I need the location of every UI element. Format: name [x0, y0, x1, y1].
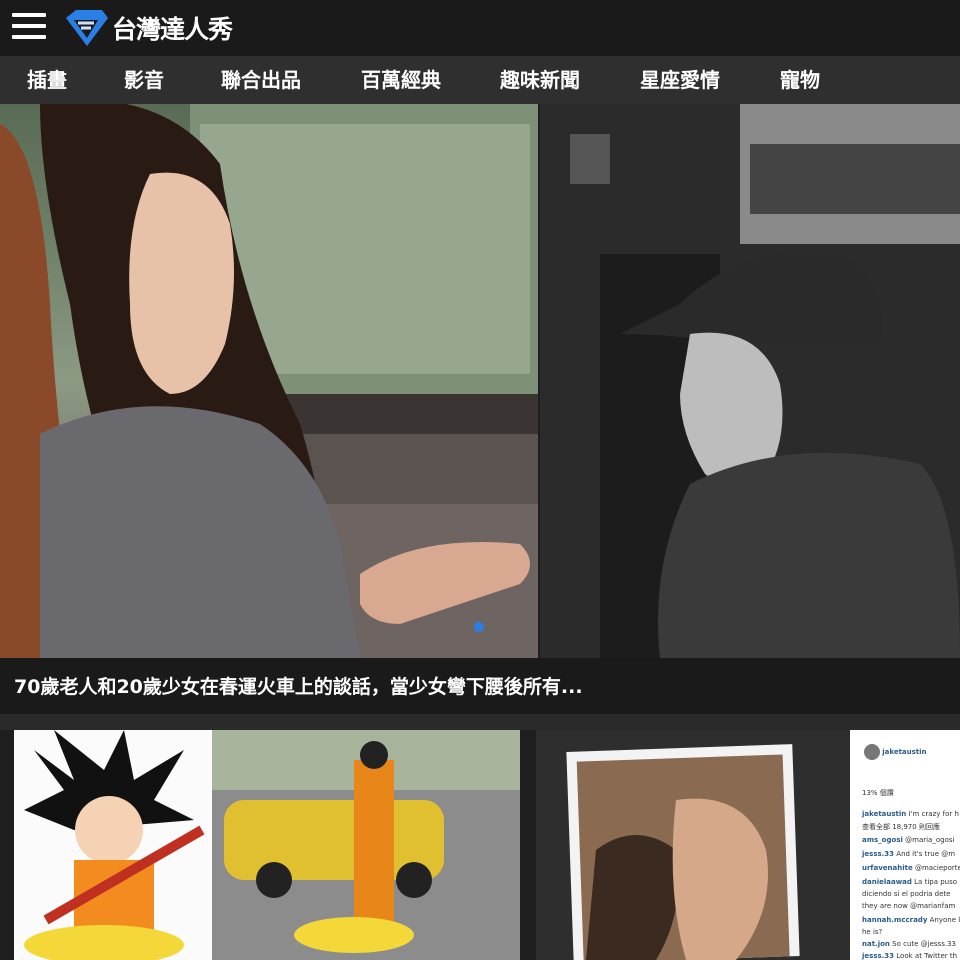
nav-item-fun-news[interactable]: 趣味新聞: [500, 56, 580, 104]
ig-likes: 13% 個讚: [862, 789, 894, 797]
hero-caption-bar[interactable]: 70歲老人和20歲少女在春運火車上的談話，當少女彎下腰後所有...: [0, 658, 960, 714]
category-nav: 插畫 影音 聯合出品 百萬經典 趣味新聞 星座愛情 寵物: [0, 56, 960, 104]
menu-icon[interactable]: [12, 12, 48, 42]
site-logo[interactable]: 台灣達人秀: [62, 6, 233, 50]
section-divider: [0, 714, 960, 730]
article-thumbnail-couple[interactable]: jaketaustin 13% 個讚 jaketaustin I'm crazy…: [536, 730, 960, 960]
instagram-comments-panel: jaketaustin 13% 個讚 jaketaustin I'm crazy…: [850, 730, 960, 960]
ig-header-user: jaketaustin: [882, 748, 927, 756]
logo-diamond-icon: [66, 10, 108, 46]
carousel-indicator-dot[interactable]: [474, 622, 484, 632]
nav-item-million-classics[interactable]: 百萬經典: [361, 56, 441, 104]
top-header: 台灣達人秀: [0, 0, 960, 56]
nav-item-pets[interactable]: 寵物: [780, 56, 820, 104]
hero-caption[interactable]: 70歲老人和20歲少女在春運火車上的談話，當少女彎下腰後所有...: [14, 672, 583, 699]
hero-image-old-man: [540, 104, 960, 658]
avatar: [864, 744, 880, 760]
hero-image-young-woman: [0, 104, 538, 658]
nav-item-illustration[interactable]: 插畫: [27, 56, 67, 104]
article-thumbnail-goku[interactable]: [14, 730, 520, 960]
hero-carousel[interactable]: [0, 104, 960, 658]
logo-text: 台灣達人秀: [112, 15, 233, 44]
nav-item-video[interactable]: 影音: [124, 56, 164, 104]
nav-item-joint-production[interactable]: 聯合出品: [221, 56, 301, 104]
nav-item-horoscope-love[interactable]: 星座愛情: [640, 56, 720, 104]
